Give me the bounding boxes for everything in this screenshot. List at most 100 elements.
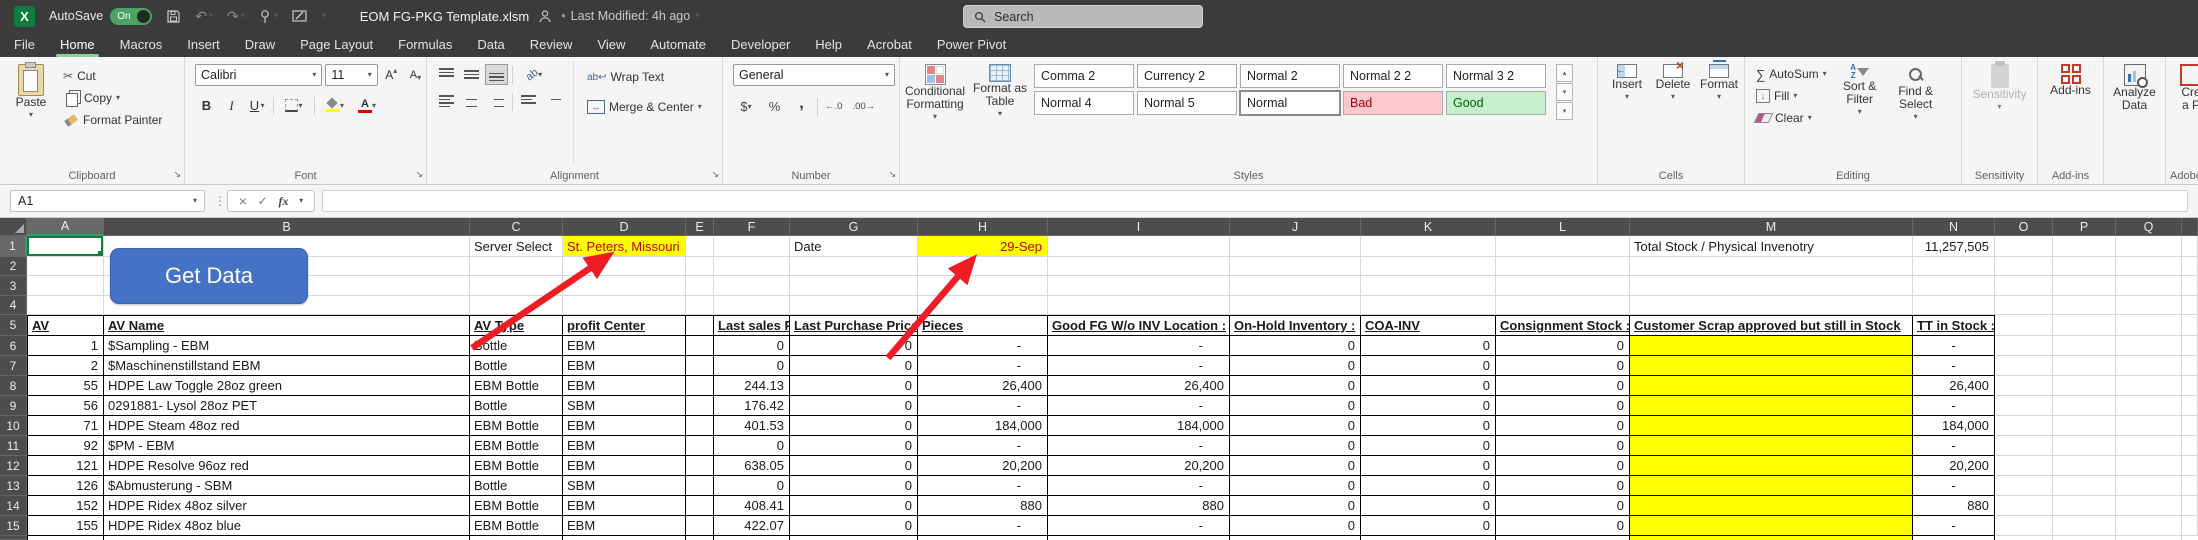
number-format-select[interactable]: General▾ bbox=[733, 64, 895, 86]
cell-E2[interactable] bbox=[686, 257, 714, 276]
cell-Q5[interactable] bbox=[2116, 315, 2182, 336]
cell-L11[interactable]: 0 bbox=[1496, 436, 1630, 456]
col-header-F[interactable]: F bbox=[714, 218, 790, 236]
search-input[interactable]: Search bbox=[963, 5, 1203, 28]
enter-button[interactable]: ✓ bbox=[258, 194, 268, 208]
cell-C13[interactable]: Bottle bbox=[470, 476, 563, 496]
font-color-button[interactable]: A▾ bbox=[352, 95, 382, 116]
cell-C6[interactable]: Bottle bbox=[470, 336, 563, 356]
cell-B14[interactable]: HDPE Ridex 48oz silver bbox=[104, 496, 470, 516]
cell-K7[interactable]: 0 bbox=[1361, 356, 1496, 376]
cell-P14[interactable] bbox=[2053, 496, 2116, 516]
cell-O7[interactable] bbox=[1995, 356, 2053, 376]
cell-H7[interactable]: - bbox=[918, 356, 1048, 376]
style-normal-2[interactable]: Normal 2 bbox=[1240, 64, 1340, 88]
cell-O4[interactable] bbox=[1995, 296, 2053, 315]
cell-L2[interactable] bbox=[1496, 257, 1630, 276]
cell-O15[interactable] bbox=[1995, 516, 2053, 536]
cell-Q2[interactable] bbox=[2116, 257, 2182, 276]
cell-M11[interactable] bbox=[1630, 436, 1913, 456]
cell-J8[interactable]: 0 bbox=[1230, 376, 1361, 396]
cell-D5[interactable]: profit Center bbox=[563, 315, 686, 336]
cell-M2[interactable] bbox=[1630, 257, 1913, 276]
cell-H5[interactable]: Pieces bbox=[918, 315, 1048, 336]
cell-Q13[interactable] bbox=[2116, 476, 2182, 496]
cell-A7[interactable]: 2 bbox=[27, 356, 104, 376]
cell-C12[interactable]: EBM Bottle bbox=[470, 456, 563, 476]
cell-C16[interactable] bbox=[470, 536, 563, 540]
cell-I2[interactable] bbox=[1048, 257, 1230, 276]
undo-button[interactable]: ↶▾ bbox=[195, 8, 213, 25]
cell-N8[interactable]: 26,400 bbox=[1913, 376, 1995, 396]
cell-B11[interactable]: $PM - EBM bbox=[104, 436, 470, 456]
cell-G7[interactable]: 0 bbox=[790, 356, 918, 376]
cell-G8[interactable]: 0 bbox=[790, 376, 918, 396]
cell-F12[interactable]: 638.05 bbox=[714, 456, 790, 476]
col-header-E[interactable]: E bbox=[686, 218, 714, 236]
cell-A13[interactable]: 126 bbox=[27, 476, 104, 496]
cell-A5[interactable]: AV bbox=[27, 315, 104, 336]
orientation-button[interactable]: ab▾ bbox=[517, 64, 551, 85]
gallery-scroll-up-icon[interactable]: ▴ bbox=[1556, 64, 1573, 82]
cell-F1[interactable] bbox=[714, 236, 790, 257]
cell-F13[interactable]: 0 bbox=[714, 476, 790, 496]
tab-view[interactable]: View bbox=[597, 32, 625, 57]
autosum-button[interactable]: ∑AutoSum▾ bbox=[1753, 63, 1830, 85]
tab-page-layout[interactable]: Page Layout bbox=[300, 32, 373, 57]
cell-J9[interactable]: 0 bbox=[1230, 396, 1361, 416]
cell-E9[interactable] bbox=[686, 396, 714, 416]
style-normal-5[interactable]: Normal 5 bbox=[1137, 91, 1237, 115]
cell-O12[interactable] bbox=[1995, 456, 2053, 476]
cell-N3[interactable] bbox=[1913, 276, 1995, 296]
cell-M16[interactable] bbox=[1630, 536, 1913, 540]
tab-macros[interactable]: Macros bbox=[120, 32, 163, 57]
cell-Q7[interactable] bbox=[2116, 356, 2182, 376]
cell-F9[interactable]: 176.42 bbox=[714, 396, 790, 416]
cell-H16[interactable] bbox=[918, 536, 1048, 540]
cell-B16[interactable] bbox=[104, 536, 470, 540]
align-center-button[interactable] bbox=[460, 91, 483, 112]
cell-D16[interactable] bbox=[563, 536, 686, 540]
delete-cells-button[interactable]: Delete▾ bbox=[1652, 61, 1694, 164]
cell-C5[interactable]: AV Type bbox=[470, 315, 563, 336]
cell-B7[interactable]: $Maschinenstillstand EBM bbox=[104, 356, 470, 376]
tab-help[interactable]: Help bbox=[815, 32, 842, 57]
col-header-A[interactable]: A bbox=[27, 218, 104, 236]
cell-Q15[interactable] bbox=[2116, 516, 2182, 536]
increase-indent-button[interactable] bbox=[542, 91, 565, 112]
cell-A8[interactable]: 55 bbox=[27, 376, 104, 396]
cell-D3[interactable] bbox=[563, 276, 686, 296]
cell-B8[interactable]: HDPE Law Toggle 28oz green bbox=[104, 376, 470, 396]
cell-O10[interactable] bbox=[1995, 416, 2053, 436]
cell-K13[interactable]: 0 bbox=[1361, 476, 1496, 496]
cell-P11[interactable] bbox=[2053, 436, 2116, 456]
cell-F5[interactable]: Last sales Price bbox=[714, 315, 790, 336]
accounting-format-button[interactable]: $▾ bbox=[733, 96, 759, 117]
cell-A10[interactable]: 71 bbox=[27, 416, 104, 436]
cell-D2[interactable] bbox=[563, 257, 686, 276]
copy-button[interactable]: Copy▾ bbox=[60, 87, 165, 109]
cell-E14[interactable] bbox=[686, 496, 714, 516]
cell-M13[interactable] bbox=[1630, 476, 1913, 496]
cell-M15[interactable] bbox=[1630, 516, 1913, 536]
cell-H1[interactable]: 29-Sep bbox=[918, 236, 1048, 257]
row-header-16[interactable] bbox=[0, 536, 27, 540]
cell-G11[interactable]: 0 bbox=[790, 436, 918, 456]
cell-G1[interactable]: Date bbox=[790, 236, 918, 257]
cell-A4[interactable] bbox=[27, 296, 104, 315]
tab-data[interactable]: Data bbox=[477, 32, 504, 57]
cell-G2[interactable] bbox=[790, 257, 918, 276]
cell-N2[interactable] bbox=[1913, 257, 1995, 276]
decrease-font-size-button[interactable]: A▾ bbox=[405, 65, 426, 86]
cell-K5[interactable]: COA-INV bbox=[1361, 315, 1496, 336]
style-normal-4[interactable]: Normal 4 bbox=[1034, 91, 1134, 115]
cell-N14[interactable]: 880 bbox=[1913, 496, 1995, 516]
cell-N12[interactable]: 20,200 bbox=[1913, 456, 1995, 476]
tab-insert[interactable]: Insert bbox=[187, 32, 220, 57]
cell-P7[interactable] bbox=[2053, 356, 2116, 376]
row-header-3[interactable]: 3 bbox=[0, 276, 27, 296]
cell-D7[interactable]: EBM bbox=[563, 356, 686, 376]
row-header-15[interactable]: 15 bbox=[0, 516, 27, 536]
cell-P1[interactable] bbox=[2053, 236, 2116, 257]
sort-filter-button[interactable]: AZ Sort & Filter ▾ bbox=[1834, 61, 1886, 164]
